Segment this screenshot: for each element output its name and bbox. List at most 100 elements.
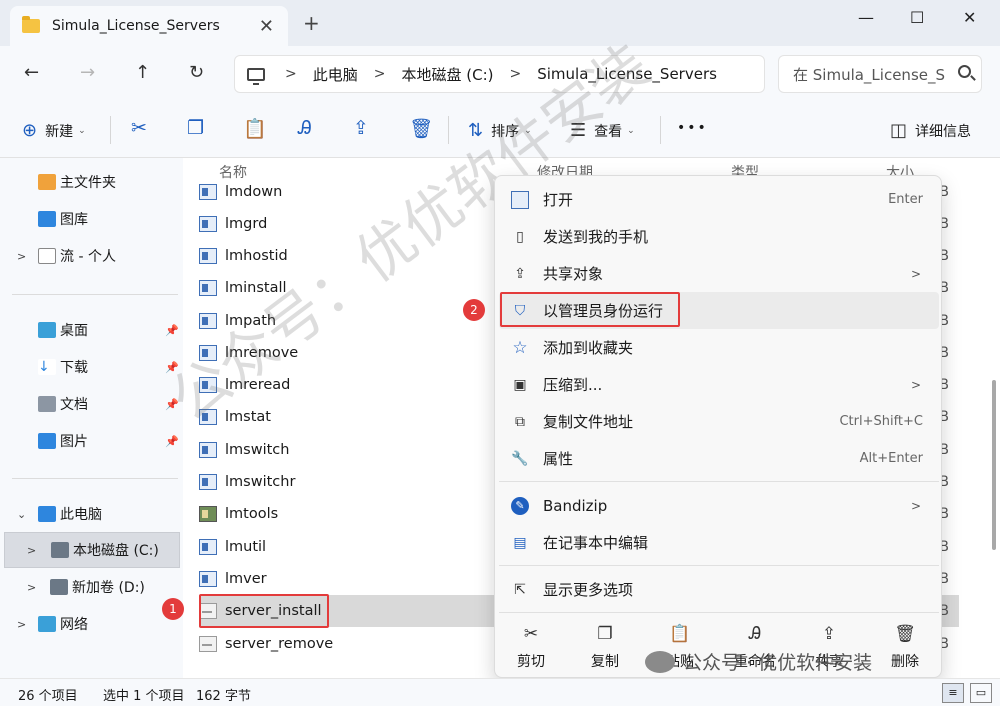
up-button[interactable]: ↑ (135, 62, 150, 83)
menu-item-add-favorites[interactable]: ☆ 添加到收藏夹 (499, 329, 939, 366)
cut-button[interactable]: ✂ 剪切 (501, 624, 561, 671)
watermark-footer-text: 公众号 · 优优软件安装 (683, 652, 873, 674)
sidebar-item-desktop[interactable]: 桌面 📌 (0, 312, 183, 348)
toolbar-divider (110, 116, 111, 144)
download-icon: ↓ (38, 359, 56, 375)
rename-icon[interactable]: Ꭿ (298, 117, 312, 139)
sidebar-item-label: 桌面 (60, 323, 88, 339)
details-pane-button[interactable]: ◫ 详细信息 (890, 120, 971, 141)
sidebar-item-this-pc[interactable]: ⌄ 此电脑 (0, 496, 183, 532)
menu-item-label: 在记事本中编辑 (543, 534, 649, 552)
paste-icon[interactable]: 📋 (243, 117, 267, 140)
menu-item-shortcut: Alt+Enter (859, 451, 923, 466)
search-input[interactable]: 在 Simula_License_S (778, 55, 982, 93)
new-tab-button[interactable]: + (303, 13, 320, 33)
menu-item-label: Bandizip (543, 496, 608, 515)
tab-close-button[interactable]: ✕ (259, 16, 274, 37)
cut-icon: ✂ (523, 624, 539, 644)
computer-icon (38, 506, 56, 522)
address-bar[interactable]: > 此电脑 > 本地磁盘 (C:) > Simula_License_Serve… (234, 55, 765, 93)
breadcrumb-local-disk-c[interactable]: 本地磁盘 (C:) (401, 64, 493, 85)
delete-icon[interactable]: 🗑 (409, 117, 433, 140)
chevron-right-icon[interactable]: > (17, 618, 26, 631)
more-options-button[interactable]: ••• (677, 120, 708, 136)
chevron-down-icon: ⌄ (78, 125, 86, 136)
home-icon (38, 174, 56, 190)
maximize-button[interactable]: ☐ (910, 8, 924, 27)
more-options-icon: ⇱ (514, 581, 526, 598)
lmtools-icon (199, 506, 217, 522)
desktop-icon (38, 322, 56, 338)
pin-icon[interactable]: 📌 (165, 324, 179, 337)
menu-item-copy-path[interactable]: ⧉ 复制文件地址 Ctrl+Shift+C (499, 403, 939, 440)
sidebar-item-documents[interactable]: 文档 📌 (0, 386, 183, 422)
menu-divider (499, 565, 939, 566)
menu-item-open[interactable]: 打开 Enter (499, 181, 939, 218)
minimize-button[interactable]: — (858, 8, 874, 27)
sidebar-item-home[interactable]: 主文件夹 (0, 164, 183, 200)
details-view-icon[interactable]: ≡ (942, 683, 964, 703)
chevron-right-icon[interactable]: > (27, 581, 36, 594)
star-icon: ☆ (512, 337, 528, 358)
paste-icon: 📋 (669, 624, 691, 644)
close-window-button[interactable]: ✕ (963, 8, 976, 27)
cut-icon[interactable]: ✂ (131, 117, 147, 139)
menu-item-properties[interactable]: 🔧 属性 Alt+Enter (499, 440, 939, 477)
sidebar-item-gallery[interactable]: 图库 (0, 201, 183, 237)
application-icon (199, 571, 217, 587)
sidebar-item-new-volume-d[interactable]: > 新加卷 (D:) (0, 569, 183, 605)
file-name: lmver (225, 571, 267, 587)
sidebar-item-local-disk-c[interactable]: > 本地磁盘 (C:) (4, 532, 180, 568)
copy-path-icon: ⧉ (515, 413, 525, 430)
sidebar-item-pictures[interactable]: 图片 📌 (0, 423, 183, 459)
bandizip-icon: ✎ (511, 496, 529, 515)
tab-simula-license-servers[interactable]: Simula_License_Servers ✕ (10, 6, 288, 46)
sidebar-item-label: 本地磁盘 (C:) (73, 543, 159, 559)
sidebar-item-label: 网络 (60, 617, 88, 633)
refresh-button[interactable]: ↻ (189, 62, 204, 83)
breadcrumb-this-pc[interactable]: 此电脑 (313, 64, 358, 85)
title-bar: Simula_License_Servers ✕ + — ☐ ✕ (0, 0, 1000, 46)
share-icon: ⇪ (821, 624, 837, 644)
chevron-right-icon[interactable]: > (17, 250, 26, 263)
vertical-scrollbar[interactable] (992, 380, 996, 550)
delete-button[interactable]: 🗑 删除 (875, 624, 935, 671)
menu-item-edit-in-notepad[interactable]: ▤ 在记事本中编辑 (499, 524, 939, 561)
menu-item-compress-to[interactable]: ▣ 压缩到... > (499, 366, 939, 403)
file-name: lmutil (225, 539, 267, 555)
sidebar-item-personal[interactable]: > 流 - 个人 (0, 238, 183, 274)
sidebar-item-label: 下载 (60, 360, 88, 376)
file-name: server_remove (225, 636, 334, 652)
back-button[interactable]: ← (24, 62, 39, 83)
menu-item-bandizip[interactable]: ✎ Bandizip > (499, 487, 939, 524)
menu-item-send-to-phone[interactable]: ▯ 发送到我的手机 (499, 218, 939, 255)
chevron-down-icon[interactable]: ⌄ (17, 508, 26, 521)
menu-item-show-more-options[interactable]: ⇱ 显示更多选项 (499, 571, 939, 608)
selection-size: 162 字节 (196, 689, 251, 704)
plus-circle-icon: ⊕ (22, 120, 38, 141)
share-icon[interactable]: ⇪ (353, 117, 369, 139)
tiles-view-icon[interactable]: ▭ (970, 683, 992, 703)
sidebar-item-label: 主文件夹 (60, 175, 116, 191)
drive-icon (51, 542, 69, 558)
search-icon[interactable] (958, 65, 971, 78)
forward-button[interactable]: → (80, 62, 95, 83)
menu-item-share-with[interactable]: ⇪ 共享对象 > (499, 255, 939, 292)
search-placeholder: 在 Simula_License_S (793, 65, 946, 84)
sidebar-item-network[interactable]: > 网络 (0, 606, 183, 642)
tab-title: Simula_License_Servers (52, 18, 220, 34)
chevron-right-icon[interactable]: > (27, 544, 36, 557)
sidebar-item-label: 此电脑 (60, 507, 102, 523)
menu-item-shortcut: Enter (888, 192, 923, 207)
copy-icon[interactable]: ❐ (187, 117, 204, 139)
sidebar-item-label: 流 - 个人 (60, 249, 116, 265)
pin-icon[interactable]: 📌 (165, 435, 179, 448)
application-icon (199, 216, 217, 232)
file-name: lmhostid (225, 248, 288, 264)
step1-badge: 1 (162, 598, 184, 620)
cut-label: 剪切 (517, 654, 545, 670)
copy-button[interactable]: ❐ 复制 (575, 624, 635, 671)
wechat-logo-icon (645, 650, 675, 673)
batch-file-icon (199, 636, 217, 652)
new-button[interactable]: ⊕ 新建 ⌄ (22, 120, 86, 141)
